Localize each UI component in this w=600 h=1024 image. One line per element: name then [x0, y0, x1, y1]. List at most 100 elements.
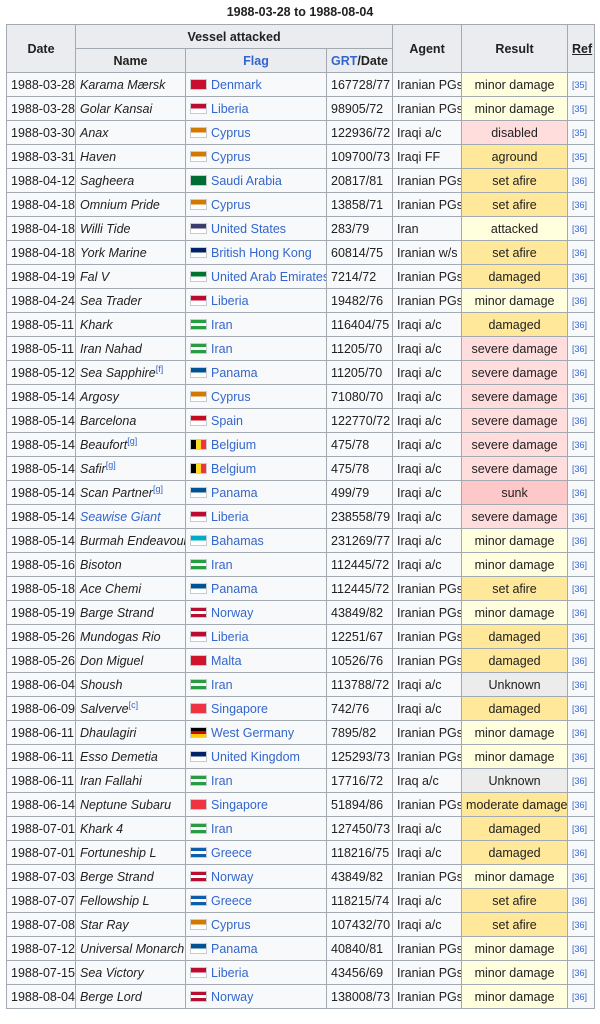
reference-link[interactable]: [36] [572, 752, 587, 762]
reference-link[interactable]: [36] [572, 944, 587, 954]
flag-country-link[interactable]: Belgium [211, 462, 256, 476]
reference-link[interactable]: [35] [572, 152, 587, 162]
reference-link[interactable]: [36] [572, 464, 587, 474]
flag-country-link[interactable]: Panama [211, 942, 258, 956]
flag-country-link[interactable]: Greece [211, 846, 252, 860]
flag-country-link[interactable]: Liberia [211, 630, 249, 644]
flag-country-link[interactable]: Belgium [211, 438, 256, 452]
reference-link[interactable]: [36] [572, 200, 587, 210]
reference-link[interactable]: [36] [572, 632, 587, 642]
flag-country-link[interactable]: Liberia [211, 102, 249, 116]
footnote-link[interactable]: [c] [129, 699, 139, 709]
flag-country-link[interactable]: Panama [211, 366, 258, 380]
reference-link[interactable]: [36] [572, 296, 587, 306]
flag-country-link[interactable]: Iran [211, 774, 233, 788]
flag-country-link[interactable]: United Kingdom [211, 750, 300, 764]
column-header-ref[interactable]: Ref [567, 24, 596, 73]
column-header-agent[interactable]: Agent [392, 24, 463, 73]
grt-header-link[interactable]: GRT [331, 54, 357, 68]
reference-link[interactable]: [35] [572, 104, 587, 114]
reference-link[interactable]: [36] [572, 728, 587, 738]
result-cell: minor damage [461, 552, 569, 577]
flag-country-link[interactable]: West Germany [211, 726, 294, 740]
reference-link[interactable]: [36] [572, 584, 587, 594]
reference-link[interactable]: [36] [572, 896, 587, 906]
footnote-link[interactable]: [f] [156, 363, 164, 373]
reference-link[interactable]: [36] [572, 656, 587, 666]
reference-link[interactable]: [36] [572, 704, 587, 714]
flag-country-link[interactable]: Cyprus [211, 918, 251, 932]
reference-link[interactable]: [36] [572, 176, 587, 186]
reference-link[interactable]: [36] [572, 608, 587, 618]
flag-country-link[interactable]: Greece [211, 894, 252, 908]
flag-country-link[interactable]: Singapore [211, 702, 268, 716]
vessel-name-link[interactable]: Seawise Giant [80, 510, 161, 524]
flag-country-link[interactable]: United States [211, 222, 286, 236]
column-header-result[interactable]: Result [461, 24, 569, 73]
footnote-link[interactable]: [g] [106, 459, 116, 469]
reference-link[interactable]: [36] [572, 368, 587, 378]
flag-country-link[interactable]: Panama [211, 486, 258, 500]
flag-country-link[interactable]: Liberia [211, 510, 249, 524]
flag-country-link[interactable]: Iran [211, 318, 233, 332]
reference-link[interactable]: [36] [572, 968, 587, 978]
flag-country-link[interactable]: Cyprus [211, 150, 251, 164]
flag-country-link[interactable]: Iran [211, 558, 233, 572]
flag-country-link[interactable]: United Arab Emirates [211, 270, 326, 284]
flag-country-link[interactable]: Liberia [211, 294, 249, 308]
flag-country-link[interactable]: Cyprus [211, 126, 251, 140]
flag-country-link[interactable]: Saudi Arabia [211, 174, 282, 188]
flag-country-link[interactable]: Liberia [211, 966, 249, 980]
flag-country-link[interactable]: Iran [211, 822, 233, 836]
flag-country-link[interactable]: Bahamas [211, 534, 264, 548]
column-header-flag[interactable]: Flag [185, 48, 327, 73]
reference-link[interactable]: [36] [572, 488, 587, 498]
reference-link[interactable]: [35] [572, 128, 587, 138]
flag-country-link[interactable]: Singapore [211, 798, 268, 812]
footnote-link[interactable]: [g] [127, 435, 137, 445]
reference-link[interactable]: [36] [572, 416, 587, 426]
reference-link[interactable]: [36] [572, 440, 587, 450]
reference-link[interactable]: [36] [572, 680, 587, 690]
reference-link[interactable]: [35] [572, 80, 587, 90]
flag-country-link[interactable]: Norway [211, 870, 253, 884]
flag-country-link[interactable]: Panama [211, 582, 258, 596]
flag-country-link[interactable]: Malta [211, 654, 242, 668]
column-header-grt[interactable]: GRT/Date [325, 48, 394, 73]
reference-link[interactable]: [36] [572, 224, 587, 234]
reference-link[interactable]: [36] [572, 560, 587, 570]
grt-cell: 238558/79 [325, 504, 394, 529]
flag-country-link[interactable]: Norway [211, 990, 253, 1004]
flag-country-link[interactable]: Cyprus [211, 198, 251, 212]
flag-country-link[interactable]: Iran [211, 342, 233, 356]
reference-link[interactable]: [36] [572, 344, 587, 354]
flag-header-link[interactable]: Flag [243, 54, 269, 68]
flag-country-link[interactable]: British Hong Kong [211, 246, 312, 260]
flag-icon [190, 486, 207, 498]
reference-link[interactable]: [36] [572, 848, 587, 858]
reference-link[interactable]: [36] [572, 392, 587, 402]
flag-country-link[interactable]: Spain [211, 414, 243, 428]
column-header-date[interactable]: Date [6, 24, 76, 73]
reference-link[interactable]: [36] [572, 776, 587, 786]
reference-link[interactable]: [36] [572, 992, 587, 1002]
reference-link[interactable]: [36] [572, 272, 587, 282]
footnote-link[interactable]: [g] [153, 483, 163, 493]
flag-country-link[interactable]: Iran [211, 678, 233, 692]
column-header-name[interactable]: Name [75, 48, 186, 73]
flag-country-link[interactable]: Norway [211, 606, 253, 620]
reference-link[interactable]: [36] [572, 872, 587, 882]
vessel-name-cell: York Marine [75, 240, 186, 265]
ref-cell: [36] [567, 240, 596, 265]
reference-link[interactable]: [36] [572, 248, 587, 258]
reference-link[interactable]: [36] [572, 536, 587, 546]
flag-country-link[interactable]: Denmark [211, 78, 262, 92]
reference-link[interactable]: [36] [572, 824, 587, 834]
agent-cell: Iranian PGs [392, 984, 463, 1009]
flag-country-link[interactable]: Cyprus [211, 390, 251, 404]
date-cell: 1988-05-14 [6, 432, 76, 457]
reference-link[interactable]: [36] [572, 920, 587, 930]
reference-link[interactable]: [36] [572, 320, 587, 330]
reference-link[interactable]: [36] [572, 512, 587, 522]
reference-link[interactable]: [36] [572, 800, 587, 810]
